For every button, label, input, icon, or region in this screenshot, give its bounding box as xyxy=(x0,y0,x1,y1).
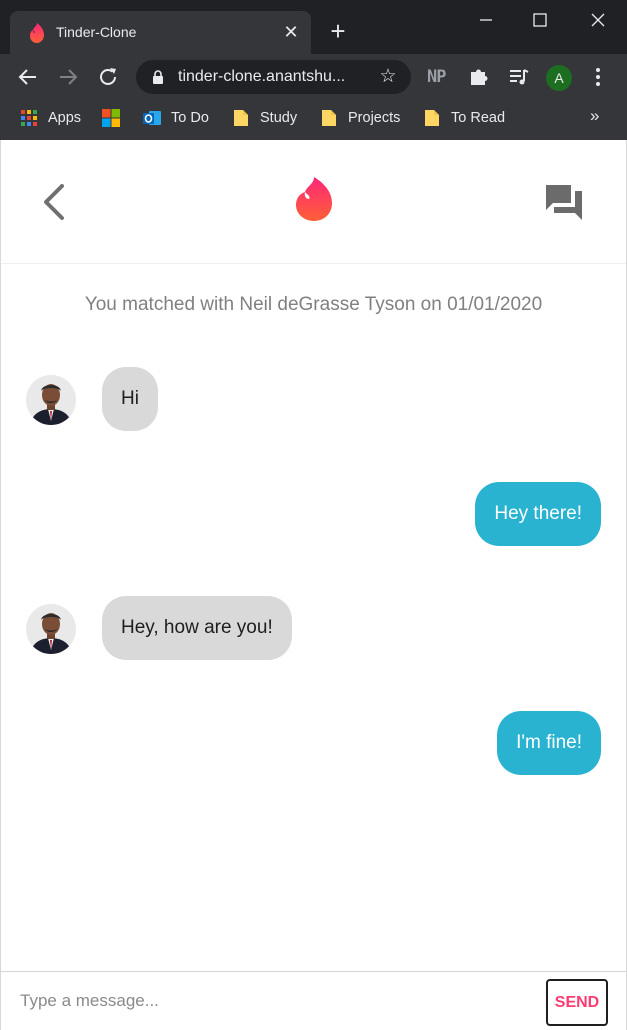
tab-close-icon[interactable]: ✕ xyxy=(282,23,300,41)
send-button[interactable]: SEND xyxy=(546,979,608,1026)
bookmark-apps[interactable]: Apps xyxy=(20,107,81,129)
more-bookmarks-icon[interactable]: » xyxy=(590,106,599,126)
tinder-flame-icon[interactable] xyxy=(294,176,334,222)
microsoft-logo-icon xyxy=(102,109,120,127)
chevron-left-icon[interactable] xyxy=(38,182,68,222)
message-bubble-received: Hey, how are you! xyxy=(102,596,292,660)
tab-title: Tinder-Clone xyxy=(56,24,137,40)
message-row-received: Hi xyxy=(1,367,626,433)
folder-icon xyxy=(322,110,336,126)
profile-avatar[interactable]: A xyxy=(546,65,572,91)
address-bar[interactable]: tinder-clone.anantshu... ☆ xyxy=(136,60,411,94)
tinder-favicon-icon xyxy=(30,23,44,43)
close-window-icon[interactable] xyxy=(584,6,612,34)
browser-window: Tinder-Clone ✕ + tinder-clone.anantshu..… xyxy=(0,0,627,140)
chat-bubbles-icon[interactable] xyxy=(543,182,585,222)
extensions-puzzle-icon[interactable] xyxy=(468,65,490,89)
url-text: tinder-clone.anantshu... xyxy=(178,68,346,85)
bookmark-label: Apps xyxy=(48,110,82,126)
match-avatar[interactable] xyxy=(26,604,76,654)
lock-icon[interactable] xyxy=(152,70,164,84)
bookmarks-bar: Apps To Do Study Projects To Read » xyxy=(0,100,627,136)
reload-icon[interactable] xyxy=(96,65,120,89)
maximize-window-icon[interactable] xyxy=(526,6,554,34)
bookmark-label: To Do xyxy=(171,110,209,126)
media-queue-icon[interactable] xyxy=(507,65,531,89)
back-arrow-icon[interactable] xyxy=(16,65,40,89)
bookmark-to-read[interactable]: To Read xyxy=(423,107,505,129)
tab-tinder-clone[interactable]: Tinder-Clone ✕ xyxy=(10,11,311,54)
message-bubble-sent: I'm fine! xyxy=(497,711,601,775)
folder-icon xyxy=(234,110,248,126)
match-banner: You matched with Neil deGrasse Tyson on … xyxy=(84,294,543,315)
np-extension-icon[interactable]: NP xyxy=(427,67,447,91)
person-portrait-icon xyxy=(26,375,76,425)
match-avatar[interactable] xyxy=(26,375,76,425)
bookmark-label: Study xyxy=(260,110,298,126)
outlook-icon xyxy=(143,111,161,125)
minimize-window-icon[interactable] xyxy=(472,6,500,34)
message-row-sent: Hey there! xyxy=(1,482,626,548)
chat-app: You matched with Neil deGrasse Tyson on … xyxy=(0,140,627,1030)
bookmark-study[interactable]: Study xyxy=(232,107,297,129)
message-input[interactable] xyxy=(9,980,529,1022)
message-composer: SEND xyxy=(1,971,626,1030)
message-row-sent: I'm fine! xyxy=(1,711,626,777)
bookmark-projects[interactable]: Projects xyxy=(320,107,400,129)
forward-arrow-icon[interactable] xyxy=(56,65,80,89)
browser-menu-icon[interactable] xyxy=(588,66,608,88)
person-portrait-icon xyxy=(26,604,76,654)
message-row-received: Hey, how are you! xyxy=(1,596,626,662)
browser-toolbar: tinder-clone.anantshu... ☆ NP A xyxy=(0,54,627,100)
message-bubble-received: Hi xyxy=(102,367,158,431)
tab-strip: Tinder-Clone ✕ + xyxy=(0,0,627,54)
bookmark-label: To Read xyxy=(451,110,506,126)
bookmark-microsoft[interactable] xyxy=(102,107,130,129)
bookmark-star-icon[interactable]: ☆ xyxy=(378,67,398,87)
bookmark-to-do[interactable]: To Do xyxy=(143,107,209,129)
app-header xyxy=(1,140,626,264)
apps-grid-icon xyxy=(21,110,37,126)
folder-icon xyxy=(425,110,439,126)
message-bubble-sent: Hey there! xyxy=(475,482,601,546)
bookmark-label: Projects xyxy=(348,110,401,126)
new-tab-icon[interactable]: + xyxy=(326,18,350,44)
